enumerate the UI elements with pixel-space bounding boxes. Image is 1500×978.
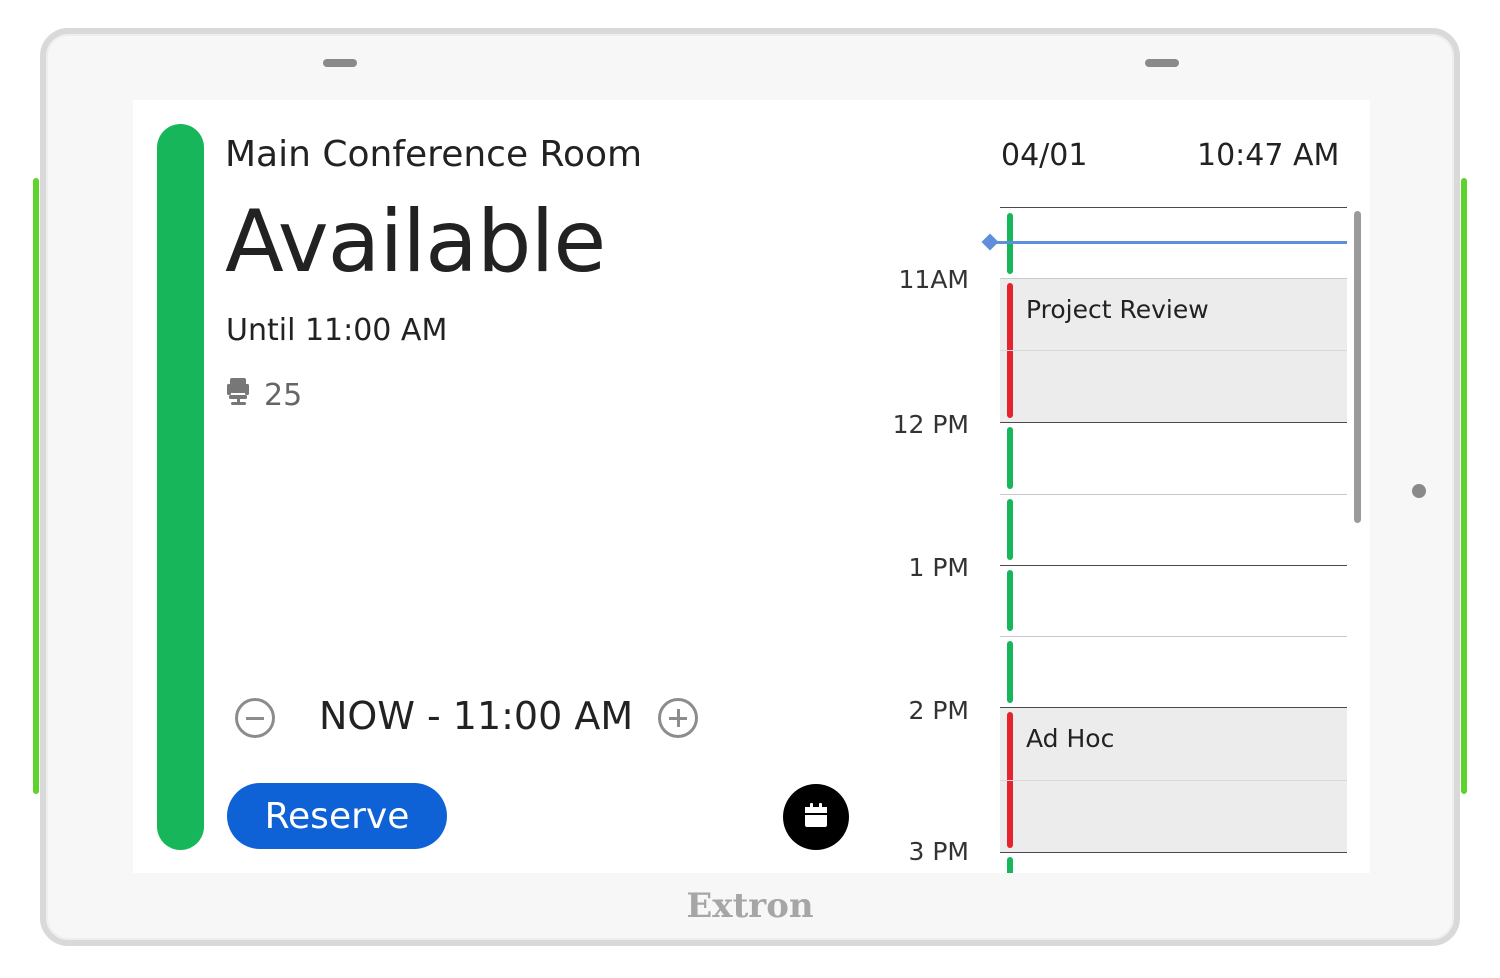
available-until: Until 11:00 AM bbox=[226, 313, 448, 348]
camera bbox=[1412, 484, 1426, 498]
availability-status: Available bbox=[225, 192, 606, 292]
current-time-marker bbox=[981, 233, 999, 251]
sensor-left bbox=[323, 59, 357, 67]
minus-circle-icon[interactable] bbox=[235, 698, 275, 738]
time-label-3pm: 3 PM bbox=[908, 837, 970, 866]
reservation-duration: NOW - 11:00 AM bbox=[233, 694, 713, 746]
free-slot-marker bbox=[1007, 641, 1013, 703]
free-slot-marker bbox=[1007, 857, 1013, 873]
calendar-icon bbox=[802, 801, 830, 833]
room-capacity: 25 bbox=[226, 376, 302, 414]
event-title: Project Review bbox=[1026, 295, 1209, 324]
left-status-light bbox=[33, 178, 39, 794]
plus-circle-icon[interactable] bbox=[658, 698, 698, 738]
time-label-11am: 11AM bbox=[898, 265, 969, 294]
time-label-2pm: 2 PM bbox=[908, 696, 970, 725]
current-time: 10:47 AM bbox=[1197, 138, 1340, 173]
current-time-line bbox=[990, 241, 1347, 244]
time-label-1pm: 1 PM bbox=[908, 553, 970, 582]
free-slot-marker bbox=[1007, 499, 1013, 560]
current-date: 04/01 bbox=[1001, 138, 1088, 173]
sensor-right bbox=[1145, 59, 1179, 67]
chair-icon bbox=[226, 376, 252, 414]
calendar-button[interactable] bbox=[783, 784, 849, 850]
time-label-12pm: 12 PM bbox=[892, 410, 969, 439]
duration-label: NOW - 11:00 AM bbox=[319, 694, 634, 738]
reserve-button[interactable]: Reserve bbox=[227, 783, 447, 849]
schedule-timeline: 11AM 12 PM 1 PM 2 PM 3 PM Project Review… bbox=[873, 207, 1370, 873]
screen: Main Conference Room Available Until 11:… bbox=[133, 100, 1370, 873]
room-name: Main Conference Room bbox=[225, 134, 643, 175]
right-status-light bbox=[1461, 178, 1467, 794]
room-status-bar bbox=[157, 124, 204, 850]
free-slot-marker bbox=[1007, 427, 1013, 489]
free-slot-marker bbox=[1007, 570, 1013, 631]
capacity-count: 25 bbox=[264, 377, 303, 413]
event-ad-hoc[interactable]: Ad Hoc bbox=[1000, 708, 1347, 852]
schedule-scrollbar[interactable] bbox=[1354, 211, 1361, 523]
event-title: Ad Hoc bbox=[1026, 724, 1115, 753]
schedule-grid: Project Review Ad Hoc bbox=[981, 207, 1347, 873]
event-project-review[interactable]: Project Review bbox=[1000, 279, 1347, 422]
brand-logo: Extron bbox=[686, 886, 814, 926]
